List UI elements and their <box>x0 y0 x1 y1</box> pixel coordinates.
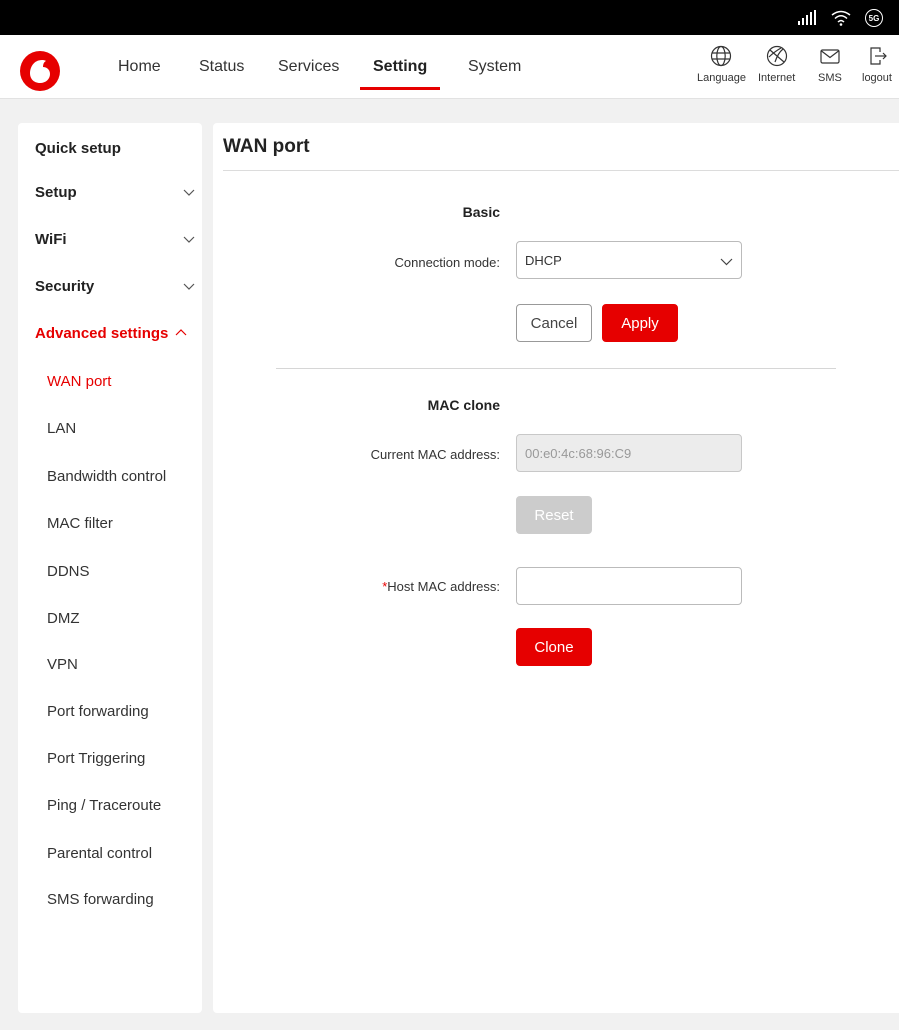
sidebar-sub-ping-traceroute[interactable]: Ping / Traceroute <box>47 797 161 814</box>
logout-icon <box>870 47 887 65</box>
nav-home[interactable]: Home <box>118 58 161 76</box>
connection-mode-select[interactable]: DHCP <box>516 241 742 279</box>
sidebar-item-quick-setup[interactable]: Quick setup <box>35 140 195 157</box>
nav-services[interactable]: Services <box>278 58 339 76</box>
sidebar-item-wifi[interactable]: WiFi <box>35 231 195 248</box>
host-mac-input[interactable] <box>516 567 742 605</box>
sidebar-sub-parental-control[interactable]: Parental control <box>47 845 152 862</box>
internet-label: Internet <box>758 72 796 84</box>
connection-mode-value: DHCP <box>525 253 562 268</box>
sidebar-sub-dmz[interactable]: DMZ <box>47 610 80 627</box>
main-content: WAN port Basic Connection mode: DHCP Can… <box>213 123 899 1013</box>
sms-label: SMS <box>818 72 842 84</box>
language-label: Language <box>697 72 746 84</box>
sidebar-sub-sms-forwarding[interactable]: SMS forwarding <box>47 891 154 908</box>
reset-button[interactable]: Reset <box>516 496 592 534</box>
sidebar-sub-lan[interactable]: LAN <box>47 420 76 437</box>
chevron-up-icon <box>175 329 187 336</box>
cancel-button[interactable]: Cancel <box>516 304 592 342</box>
chevron-down-icon <box>183 236 195 243</box>
status-bar: 5G <box>0 0 899 35</box>
sidebar-item-advanced-settings[interactable]: Advanced settings <box>35 325 195 342</box>
status-icons: 5G <box>797 9 883 27</box>
sidebar-item-label: Setup <box>35 184 77 201</box>
clone-button[interactable]: Clone <box>516 628 592 666</box>
chevron-down-icon <box>183 189 195 196</box>
wifi-icon <box>831 10 851 26</box>
basic-section-title: Basic <box>462 204 500 220</box>
sidebar-sub-vpn[interactable]: VPN <box>47 656 78 673</box>
globe-icon <box>711 45 732 67</box>
current-mac-label: Current MAC address: <box>370 447 500 462</box>
current-mac-field: 00:e0:4c:68:96:C9 <box>516 434 742 472</box>
chevron-down-icon <box>720 258 733 266</box>
sidebar-sub-port-forwarding[interactable]: Port forwarding <box>47 703 149 720</box>
connection-mode-label: Connection mode: <box>394 255 500 270</box>
sidebar-sub-bandwidth-control[interactable]: Bandwidth control <box>47 468 166 485</box>
current-mac-value: 00:e0:4c:68:96:C9 <box>525 446 632 461</box>
chevron-down-icon <box>183 283 195 290</box>
sms-button[interactable]: SMS <box>818 45 842 84</box>
logout-button[interactable]: logout <box>862 45 892 84</box>
nav-setting[interactable]: Setting <box>373 58 427 76</box>
host-mac-label-text: Host MAC address: <box>387 579 500 594</box>
sidebar-sub-wan-port[interactable]: WAN port <box>47 373 111 390</box>
section-divider <box>276 368 836 369</box>
envelope-icon <box>820 49 840 64</box>
sidebar-item-setup[interactable]: Setup <box>35 184 195 201</box>
internet-button[interactable]: Internet <box>758 45 795 84</box>
sidebar-sub-ddns[interactable]: DDNS <box>47 563 90 580</box>
mac-clone-section-title: MAC clone <box>427 397 500 413</box>
5g-badge-icon: 5G <box>865 9 883 27</box>
main-header: Home Status Services Setting System Lang… <box>0 35 899 99</box>
host-mac-label: *Host MAC address: <box>220 579 500 594</box>
vodafone-logo[interactable] <box>19 50 61 92</box>
page-title: WAN port <box>223 136 310 157</box>
sidebar-item-label: Advanced settings <box>35 325 169 342</box>
nav-active-underline <box>360 87 440 90</box>
sidebar-item-label: Quick setup <box>35 140 121 157</box>
sidebar: Quick setup Setup WiFi Security Advanced… <box>18 123 202 1013</box>
apply-button[interactable]: Apply <box>602 304 678 342</box>
sidebar-item-label: WiFi <box>35 231 67 248</box>
language-button[interactable]: Language <box>697 45 746 84</box>
nav-system[interactable]: System <box>468 58 521 76</box>
sidebar-sub-port-triggering[interactable]: Port Triggering <box>47 750 145 767</box>
logout-label: logout <box>862 72 892 84</box>
title-divider <box>223 170 899 171</box>
signal-bars-icon <box>798 10 816 25</box>
sidebar-sub-mac-filter[interactable]: MAC filter <box>47 515 113 532</box>
sidebar-item-security[interactable]: Security <box>35 278 195 295</box>
internet-icon <box>766 45 787 67</box>
sidebar-item-label: Security <box>35 278 95 295</box>
nav-status[interactable]: Status <box>199 58 244 76</box>
